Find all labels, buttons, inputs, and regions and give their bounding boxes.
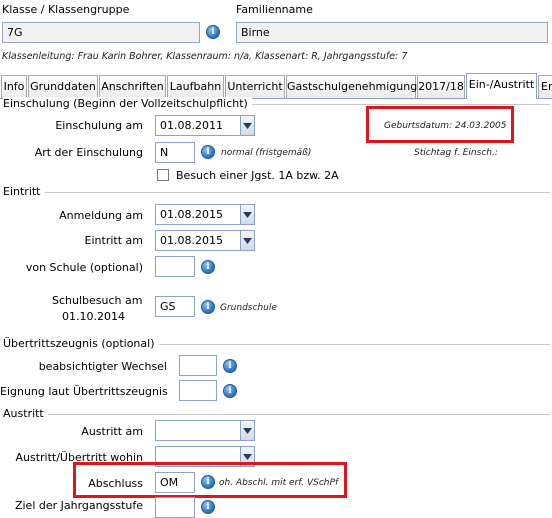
abschluss-hint: oh. Abschl. mit erf. VSchPf [219, 478, 339, 488]
chevron-down-icon[interactable] [240, 231, 254, 250]
austritt-label: Austritt am [81, 425, 143, 438]
schulbesuch-label: Schulbesuch am [52, 294, 143, 307]
tab-gastschulgenehmigung[interactable]: Gastschulgenehmigung [286, 75, 417, 98]
class-label: Klasse / Klassengruppe [2, 3, 130, 16]
schulbesuch-date: 01.10.2014 [62, 310, 125, 323]
group-einschulung: Einschulung (Beginn der Vollzeitschulpfl… [3, 97, 252, 110]
info-icon[interactable]: i [201, 475, 215, 489]
art-einschulung-label: Art der Einschulung [34, 146, 143, 159]
class-info-text: Klassenleitung: Frau Karin Bohrer, Klass… [2, 51, 408, 62]
ziel-field[interactable] [155, 497, 195, 518]
chevron-down-icon[interactable] [240, 116, 254, 135]
einschulung-date-label: Einschulung am [55, 119, 143, 132]
abschluss-label: Abschluss [88, 477, 143, 490]
einschulung-date-select[interactable]: 01.08.2011 [155, 115, 255, 136]
group-uebertritt: Übertrittszeugnis (optional) [3, 337, 159, 350]
surname-field[interactable]: Birne [236, 22, 548, 43]
einschulung-date-value: 01.08.2011 [160, 119, 223, 132]
chevron-down-icon[interactable] [240, 205, 254, 224]
info-icon[interactable]: i [201, 145, 215, 159]
chevron-down-icon[interactable] [240, 421, 254, 440]
info-icon[interactable]: i [201, 500, 215, 514]
surname-label: Familienname [236, 3, 313, 16]
info-icon[interactable]: i [223, 384, 237, 398]
tab-overflow[interactable]: Er [538, 75, 552, 98]
von-schule-label: von Schule (optional) [25, 261, 143, 274]
abschluss-field[interactable]: OM [155, 472, 195, 493]
tab-unterricht[interactable]: Unterricht [225, 75, 285, 98]
info-icon[interactable]: i [201, 260, 215, 274]
group-eintritt: Eintritt [3, 185, 45, 198]
schulbesuch-hint: Grundschule [220, 303, 277, 313]
art-einschulung-field[interactable]: N [155, 142, 195, 163]
eignung-field[interactable] [179, 380, 217, 401]
tab-grunddaten[interactable]: Grunddaten [28, 75, 98, 98]
eintritt-label: Eintritt am [84, 234, 143, 247]
schulbesuch-field[interactable]: GS [155, 296, 195, 317]
von-schule-field[interactable] [155, 256, 195, 277]
anmeldung-value: 01.08.2015 [160, 208, 223, 221]
tab-2017-18[interactable]: 2017/18 [417, 75, 465, 98]
group-austritt: Austritt [3, 407, 48, 420]
anmeldung-label: Anmeldung am [59, 209, 143, 222]
ziel-label: Ziel der Jahrgangsstufe [14, 499, 143, 512]
eignung-label: Eignung laut Übertrittszeugnis [0, 385, 168, 398]
class-field[interactable]: 7G [2, 22, 200, 43]
birthdate-text: Geburtsdatum: 24.03.2005 [384, 121, 507, 131]
stichtag-label: Stichtag f. Einsch.: [414, 148, 498, 158]
tab-info[interactable]: Info [1, 75, 27, 98]
tab-laufbahn[interactable]: Laufbahn [167, 75, 224, 98]
tab-ein-austritt[interactable]: Ein-/Austritt [466, 73, 537, 99]
art-einschulung-hint: normal (fristgemäß) [221, 148, 312, 158]
austritt-select[interactable] [155, 420, 255, 441]
jgst-checkbox[interactable] [157, 169, 169, 181]
info-icon[interactable]: i [201, 300, 215, 314]
tab-anschriften[interactable]: Anschriften [99, 75, 166, 98]
anmeldung-select[interactable]: 01.08.2015 [155, 204, 255, 225]
jgst-checkbox-label: Besuch einer Jgst. 1A bzw. 2A [176, 169, 339, 182]
eintritt-value: 01.08.2015 [160, 234, 223, 247]
info-icon[interactable]: i [206, 25, 220, 39]
info-icon[interactable]: i [223, 359, 237, 373]
eintritt-select[interactable]: 01.08.2015 [155, 230, 255, 251]
wechsel-label: beabsichtigter Wechsel [38, 360, 167, 373]
wechsel-field[interactable] [179, 355, 217, 376]
